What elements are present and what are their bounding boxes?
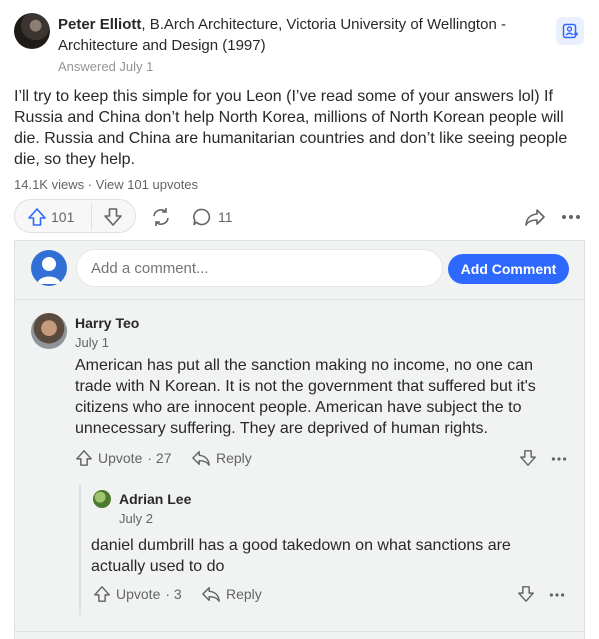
more-dots-icon xyxy=(551,457,567,461)
user-avatar-silhouette xyxy=(37,257,61,284)
add-comment-row: Add Comment xyxy=(15,241,584,300)
upvote-label: Upvote xyxy=(116,586,161,602)
answer-action-bar: 101 11 xyxy=(14,199,584,235)
add-comment-button[interactable]: Add Comment xyxy=(448,254,569,284)
upvote-count: 101 xyxy=(51,209,75,225)
upvote-label: Upvote xyxy=(98,450,143,466)
comment-bubble-icon xyxy=(193,208,211,226)
answer-header: Peter Elliott, B.Arch Architecture, Vict… xyxy=(14,13,584,77)
upvote-arrow-icon xyxy=(94,586,110,602)
reply-arrow-icon xyxy=(192,450,210,466)
comment-upvote-button[interactable]: Upvote · 27 xyxy=(75,449,171,467)
comment-actions: Upvote · 3 Reply xyxy=(93,585,576,607)
downvote-arrow-icon xyxy=(518,586,534,602)
reply-button[interactable]: Reply xyxy=(201,585,262,603)
reshare-button[interactable] xyxy=(150,207,172,232)
vote-pill: 101 xyxy=(14,199,136,233)
follow-icon xyxy=(562,23,578,39)
comments-count: 11 xyxy=(218,209,233,225)
reply-arrow-icon xyxy=(202,586,220,602)
author-name[interactable]: Peter Elliott xyxy=(58,16,141,33)
reply-label: Reply xyxy=(226,586,262,602)
share-arrow-icon xyxy=(525,209,545,226)
reply-button[interactable]: Reply xyxy=(191,449,252,467)
commenter-avatar[interactable] xyxy=(93,490,111,508)
answered-date[interactable]: Answered July 1 xyxy=(58,59,153,74)
answer-body: I’ll try to keep this simple for you Leo… xyxy=(14,88,568,168)
more-dots-icon xyxy=(549,593,565,597)
comment-downvote-button[interactable] xyxy=(519,449,537,472)
comment-downvote-button[interactable] xyxy=(517,585,535,608)
comment-date[interactable]: July 1 xyxy=(75,335,109,350)
downvote-button[interactable] xyxy=(103,207,123,232)
comment-text: daniel dumbrill has a good takedown on w… xyxy=(91,537,511,575)
commenter-avatar[interactable] xyxy=(31,313,67,349)
vote-divider xyxy=(91,204,92,230)
downvote-arrow-icon xyxy=(104,208,122,226)
author-line: Peter Elliott, B.Arch Architecture, Vict… xyxy=(58,14,558,56)
share-button[interactable] xyxy=(524,207,546,232)
more-options-button[interactable] xyxy=(560,207,582,232)
upvote-count: · 27 xyxy=(147,450,172,466)
downvote-arrow-icon xyxy=(520,450,536,466)
upvote-button[interactable]: 101 xyxy=(27,207,74,227)
reply-label: Reply xyxy=(216,450,252,466)
nested-reply: Adrian Lee July 2 daniel dumbrill has a … xyxy=(79,485,575,615)
author-avatar[interactable] xyxy=(14,13,50,49)
section-divider xyxy=(15,631,584,632)
user-avatar[interactable] xyxy=(31,250,67,286)
comment-upvote-button[interactable]: Upvote · 3 xyxy=(93,585,182,603)
upvote-arrow-icon xyxy=(76,450,92,466)
comments-button[interactable]: 11 xyxy=(192,207,233,227)
comment-text: American has put all the sanction making… xyxy=(75,357,536,437)
more-dots-icon xyxy=(562,215,580,219)
comment-more-button[interactable] xyxy=(549,451,569,472)
follow-button[interactable] xyxy=(556,17,584,45)
comment-actions: Upvote · 27 Reply xyxy=(75,449,570,471)
upvote-count: · 3 xyxy=(165,586,182,602)
comment-input[interactable] xyxy=(76,249,443,287)
reshare-icon xyxy=(153,208,169,226)
comment-more-button[interactable] xyxy=(547,587,567,608)
answer-meta[interactable]: 14.1K views · View 101 upvotes xyxy=(14,177,198,192)
upvote-arrow-icon xyxy=(28,208,46,226)
commenter-name[interactable]: Harry Teo xyxy=(75,315,139,331)
comment-date[interactable]: July 2 xyxy=(119,511,153,526)
commenter-name[interactable]: Adrian Lee xyxy=(119,491,191,507)
comments-section: Add Comment Harry Teo July 1 American ha… xyxy=(14,240,585,639)
